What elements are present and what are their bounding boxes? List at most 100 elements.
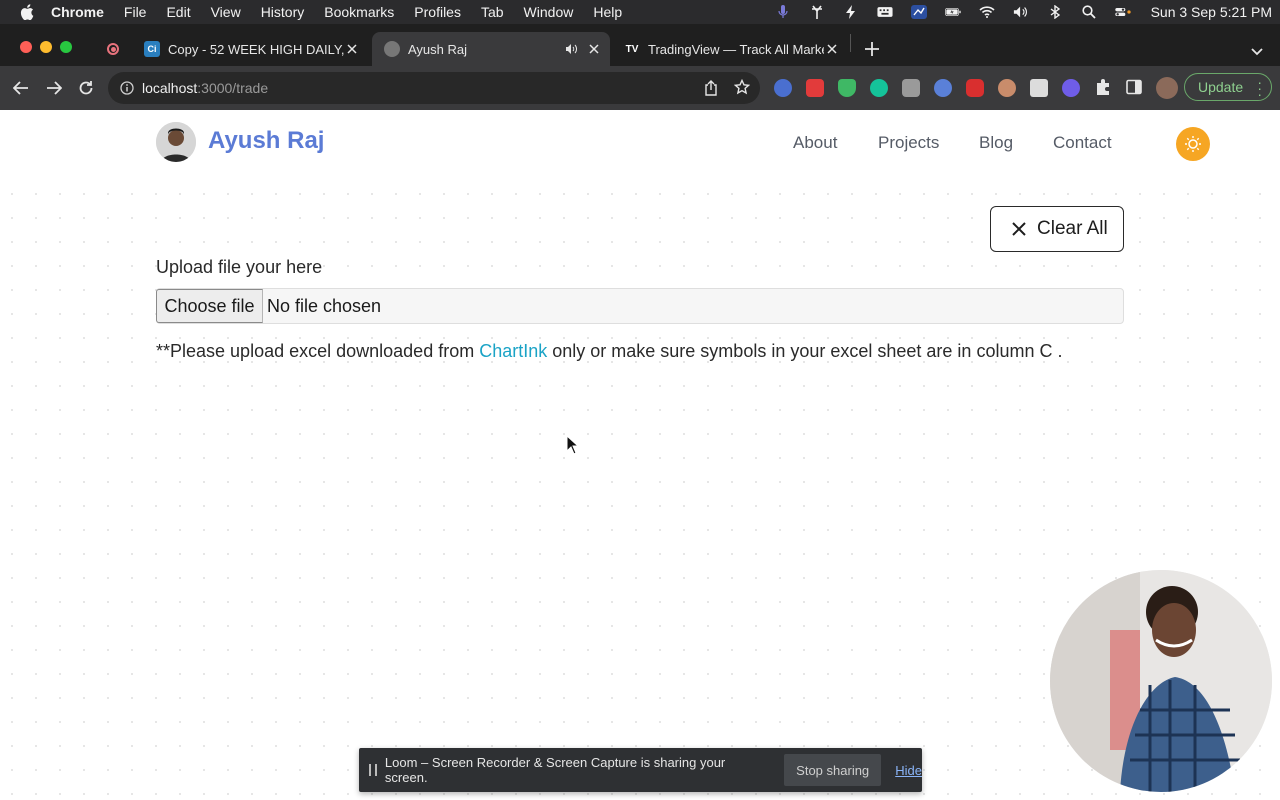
note-prefix: **Please upload excel downloaded from (156, 341, 480, 361)
extension-icon[interactable] (998, 79, 1016, 97)
menu-app-name[interactable]: Chrome (51, 4, 104, 20)
mouse-cursor-icon (566, 434, 580, 455)
close-tab-icon[interactable] (586, 41, 602, 57)
ayush-avatar-favicon-icon (384, 41, 400, 57)
notion-extension-icon[interactable] (1030, 79, 1048, 97)
site-brand-name[interactable]: Ayush Raj (208, 127, 324, 155)
chartink-favicon-icon: Ci (144, 41, 160, 57)
reload-icon[interactable] (76, 78, 96, 98)
battery-icon[interactable] (944, 5, 961, 19)
nav-projects[interactable]: Projects (878, 133, 939, 153)
stop-sharing-button[interactable]: Stop sharing (784, 754, 882, 786)
drag-handle-icon[interactable] (369, 764, 377, 776)
recording-icon (107, 43, 119, 55)
update-label: Update (1198, 79, 1244, 95)
wifi-icon[interactable] (979, 5, 995, 19)
extension-icon[interactable] (966, 79, 984, 97)
url-path: :3000/trade (197, 80, 269, 96)
window-zoom-button[interactable] (60, 41, 72, 53)
profile-avatar[interactable] (1156, 77, 1178, 99)
menu-tab[interactable]: Tab (481, 4, 504, 20)
new-tab-plus-icon[interactable] (864, 41, 880, 57)
browser-tab-strip: Ci Copy - 52 WEEK HIGH DAILY, T Ayush Ra… (0, 24, 1280, 66)
file-input[interactable]: Choose file No file chosen (156, 288, 1124, 324)
window-minimize-button[interactable] (40, 41, 52, 53)
site-info-icon[interactable] (120, 81, 134, 95)
menu-window[interactable]: Window (524, 4, 574, 20)
sharing-message: Loom – Screen Recorder & Screen Capture … (384, 755, 726, 785)
forward-arrow-icon[interactable] (44, 78, 64, 98)
address-bar[interactable]: localhost:3000/trade (108, 72, 760, 104)
menu-history[interactable]: History (261, 4, 305, 20)
grammarly-extension-icon[interactable] (870, 79, 888, 97)
volume-icon[interactable] (1013, 5, 1029, 19)
microphone-icon[interactable] (775, 5, 791, 19)
menu-edit[interactable]: Edit (166, 4, 190, 20)
control-center-icon[interactable] (1114, 5, 1131, 19)
url-host: localhost (142, 80, 198, 96)
extension-icon[interactable] (934, 79, 952, 97)
tab-audio-speaker-icon[interactable] (564, 41, 580, 57)
nav-blog[interactable]: Blog (979, 133, 1013, 153)
tab-title: Copy - 52 WEEK HIGH DAILY, T (168, 41, 344, 57)
chrome-update-button[interactable]: Update · · · (1184, 73, 1272, 101)
extensions-puzzle-icon[interactable] (1094, 78, 1112, 96)
menu-file[interactable]: File (124, 4, 147, 20)
choose-file-button[interactable]: Choose file (156, 289, 263, 323)
close-tab-icon[interactable] (344, 41, 360, 57)
nav-about[interactable]: About (793, 133, 837, 153)
menu-help[interactable]: Help (593, 4, 622, 20)
macos-menubar: Chrome File Edit View History Bookmarks … (0, 0, 1280, 24)
keyboard-icon[interactable] (877, 5, 893, 19)
window-close-button[interactable] (20, 41, 32, 53)
fork-icon[interactable] (809, 5, 825, 19)
spotlight-search-icon[interactable] (1081, 5, 1097, 19)
close-icon (1011, 221, 1027, 237)
camera-extension-icon[interactable] (902, 79, 920, 97)
site-avatar[interactable] (156, 122, 196, 162)
menu-bookmarks[interactable]: Bookmarks (324, 4, 394, 20)
loom-webcam-bubble[interactable] (1050, 570, 1272, 792)
shield-extension-icon[interactable] (838, 79, 856, 97)
upload-label: Upload file your here (156, 257, 323, 277)
menu-view[interactable]: View (211, 4, 241, 20)
bolt-icon[interactable] (843, 5, 859, 19)
hide-link[interactable]: Hide (895, 763, 922, 778)
tab-title: Ayush Raj (408, 41, 468, 57)
nav-contact[interactable]: Contact (1053, 133, 1112, 153)
extension-icon[interactable] (1062, 79, 1080, 97)
close-tab-icon[interactable] (824, 41, 840, 57)
tab-title: TradingView — Track All Marke (648, 41, 824, 57)
menu-profiles[interactable]: Profiles (414, 4, 461, 20)
loom-sharing-bar: Loom – Screen Recorder & Screen Capture … (359, 748, 922, 792)
theme-toggle[interactable] (1176, 127, 1240, 161)
web-page: Ayush Raj About Projects Blog Contact Cl… (0, 110, 1280, 800)
tradingview-favicon-icon: TV (625, 43, 639, 55)
tab-chartink[interactable]: Ci Copy - 52 WEEK HIGH DAILY, T (132, 32, 368, 66)
side-panel-icon[interactable] (1126, 79, 1142, 95)
apple-icon[interactable] (19, 4, 35, 20)
clear-all-button[interactable]: Clear All (990, 206, 1124, 252)
bluetooth-icon[interactable] (1047, 5, 1063, 19)
address-url[interactable]: localhost:3000/trade (142, 80, 268, 96)
back-arrow-icon[interactable] (11, 78, 31, 98)
site-header: Ayush Raj About Projects Blog Contact (0, 110, 1280, 176)
tab-tradingview[interactable]: TV TradingView — Track All Marke (612, 32, 848, 66)
browser-toolbar: localhost:3000/trade Update · · · (0, 66, 1280, 110)
upload-instructions: **Please upload excel downloaded from Ch… (156, 341, 1062, 362)
clear-all-label: Clear All (1037, 218, 1108, 239)
tab-ayush-raj[interactable]: Ayush Raj (372, 32, 610, 66)
note-suffix: only or make sure symbols in your excel … (547, 341, 1063, 361)
more-menu-icon[interactable]: · · · (1257, 75, 1262, 101)
tab-separator (850, 34, 851, 52)
extension-icon[interactable] (774, 79, 792, 97)
chartink-link[interactable]: ChartInk (479, 341, 547, 361)
menubar-clock[interactable]: Sun 3 Sep 5:21 PM (1151, 4, 1272, 20)
screen-app-icon[interactable] (910, 5, 927, 19)
sun-icon (1176, 127, 1210, 161)
youtube-extension-icon[interactable] (806, 79, 824, 97)
file-status-text: No file chosen (267, 295, 382, 316)
bookmark-star-icon[interactable] (733, 78, 751, 95)
tab-search-chevron-down-icon[interactable] (1250, 43, 1264, 56)
share-icon[interactable] (704, 80, 718, 96)
